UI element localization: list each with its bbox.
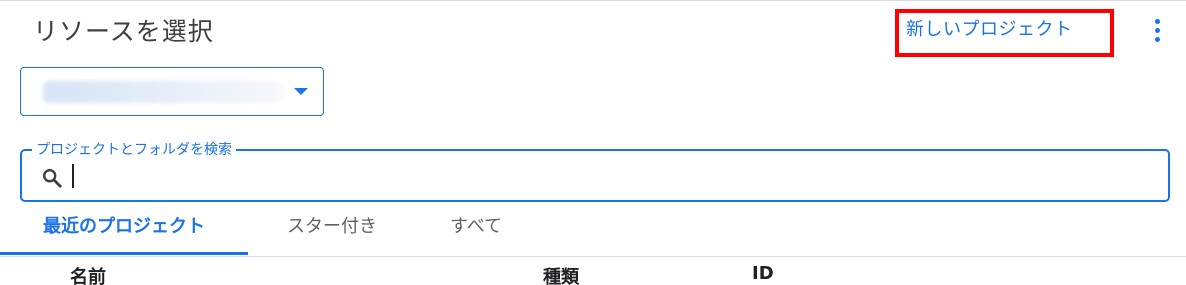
dialog-title: リソースを選択 bbox=[33, 17, 214, 46]
tab-starred[interactable]: スター付き bbox=[262, 202, 402, 256]
tab-recent-projects[interactable]: 最近のプロジェクト bbox=[0, 202, 248, 256]
active-tab-indicator bbox=[0, 252, 248, 255]
arrow-drop-down-icon bbox=[294, 88, 308, 95]
column-header-id[interactable]: ID bbox=[752, 263, 774, 284]
search-input[interactable] bbox=[68, 162, 1148, 192]
search-icon bbox=[43, 169, 62, 188]
organization-selector[interactable] bbox=[20, 67, 324, 116]
search-label: プロジェクトとフォルダを検索 bbox=[32, 141, 236, 159]
tab-all[interactable]: すべて bbox=[426, 202, 526, 256]
new-project-button[interactable]: 新しいプロジェクト bbox=[906, 15, 1073, 45]
column-header-name[interactable]: 名前 bbox=[70, 263, 106, 285]
column-header-type[interactable]: 種類 bbox=[543, 263, 579, 285]
text-cursor bbox=[72, 164, 74, 188]
organization-name-redacted bbox=[43, 81, 283, 103]
more-vert-icon[interactable] bbox=[1146, 16, 1168, 46]
resource-picker-dialog: リソースを選択 新しいプロジェクト プロジェクトとフォルダを検索 最近のプロジェ… bbox=[0, 0, 1186, 285]
tab-bar: 最近のプロジェクト スター付き すべて bbox=[0, 202, 1186, 257]
